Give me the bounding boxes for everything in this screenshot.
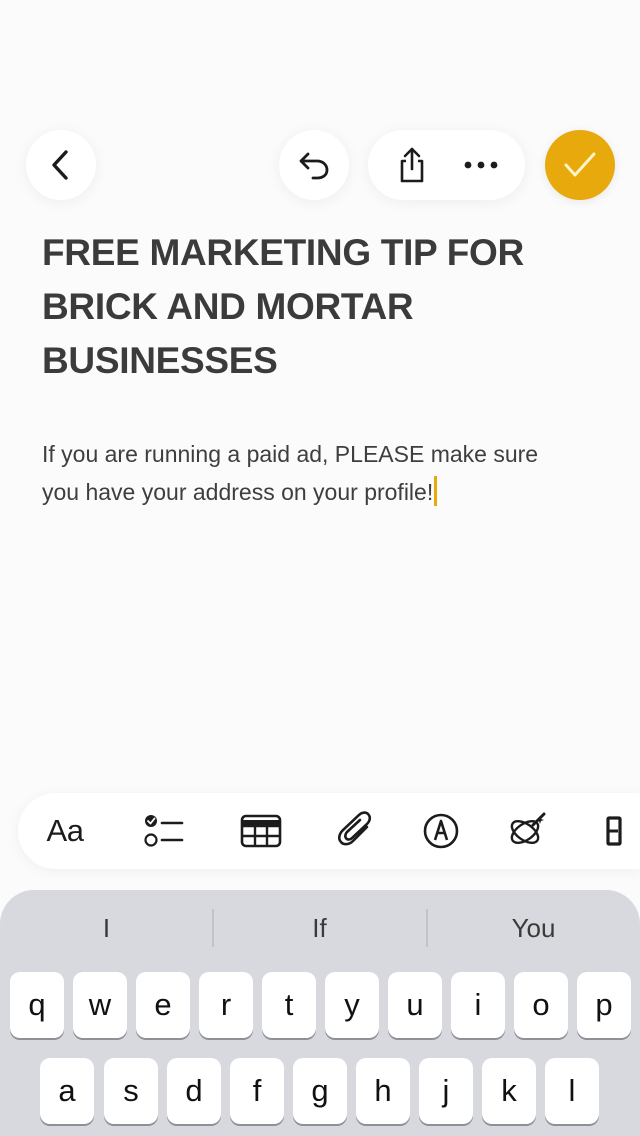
chevron-left-icon	[52, 150, 68, 180]
undo-icon	[299, 152, 329, 180]
checklist-icon	[144, 815, 184, 847]
key-e[interactable]: e	[136, 972, 190, 1038]
notes-editor-screen: FREE MARKETING TIP FOR BRICK AND MORTAR …	[0, 0, 640, 1136]
key-k[interactable]: k	[482, 1058, 536, 1124]
key-q[interactable]: q	[10, 972, 64, 1038]
ellipsis-icon	[464, 161, 498, 169]
note-body-line: you have your address on your profile!	[42, 479, 434, 505]
text-style-button[interactable]: Aa	[30, 793, 100, 869]
format-toolbar: Aa	[18, 793, 640, 869]
note-title[interactable]: FREE MARKETING TIP FOR BRICK AND MORTAR …	[42, 226, 602, 388]
back-button[interactable]	[26, 130, 96, 200]
ai-writing-button[interactable]	[492, 793, 562, 869]
key-y[interactable]: y	[325, 972, 379, 1038]
checkmark-icon	[564, 152, 596, 177]
key-u[interactable]: u	[388, 972, 442, 1038]
key-p[interactable]: p	[577, 972, 631, 1038]
partial-format-icon	[606, 816, 622, 846]
key-d[interactable]: d	[167, 1058, 221, 1124]
key-i[interactable]: i	[451, 972, 505, 1038]
attachment-button[interactable]	[321, 793, 391, 869]
suggestion[interactable]: If	[213, 890, 426, 966]
suggestion[interactable]: You	[427, 890, 640, 966]
note-body-line-with-caret: you have your address on your profile!	[42, 473, 602, 511]
share-icon	[400, 147, 424, 183]
key-r[interactable]: r	[199, 972, 253, 1038]
table-icon	[240, 814, 282, 848]
key-h[interactable]: h	[356, 1058, 410, 1124]
paperclip-icon	[337, 811, 372, 846]
text-style-label: Aa	[46, 813, 84, 848]
share-more-group	[368, 130, 525, 200]
table-button[interactable]	[226, 793, 296, 869]
key-s[interactable]: s	[104, 1058, 158, 1124]
suggestion[interactable]: I	[0, 890, 213, 966]
checklist-button[interactable]	[130, 793, 200, 869]
keyboard: I If You q w e r t y u i o p a s d f g h…	[0, 890, 640, 1136]
key-o[interactable]: o	[514, 972, 568, 1038]
note-body[interactable]: If you are running a paid ad, PLEASE mak…	[42, 435, 602, 511]
more-button[interactable]	[451, 135, 511, 195]
key-f[interactable]: f	[230, 1058, 284, 1124]
note-title-line: BUSINESSES	[42, 340, 278, 381]
more-format-button[interactable]	[590, 793, 630, 869]
key-l[interactable]: l	[545, 1058, 599, 1124]
undo-button[interactable]	[279, 130, 349, 200]
done-button[interactable]	[545, 130, 615, 200]
share-button[interactable]	[382, 135, 442, 195]
markup-button[interactable]	[406, 793, 476, 869]
note-title-line: BRICK AND MORTAR	[42, 286, 414, 327]
text-cursor	[434, 476, 438, 506]
key-g[interactable]: g	[293, 1058, 347, 1124]
key-a[interactable]: a	[40, 1058, 94, 1124]
sparkle-pen-icon	[510, 812, 546, 845]
note-title-line: FREE MARKETING TIP FOR	[42, 232, 524, 273]
pen-circle-icon	[423, 813, 459, 849]
key-j[interactable]: j	[419, 1058, 473, 1124]
predictive-suggestions: I If You	[0, 890, 640, 966]
key-w[interactable]: w	[73, 972, 127, 1038]
note-body-line: If you are running a paid ad, PLEASE mak…	[42, 441, 539, 467]
key-t[interactable]: t	[262, 972, 316, 1038]
